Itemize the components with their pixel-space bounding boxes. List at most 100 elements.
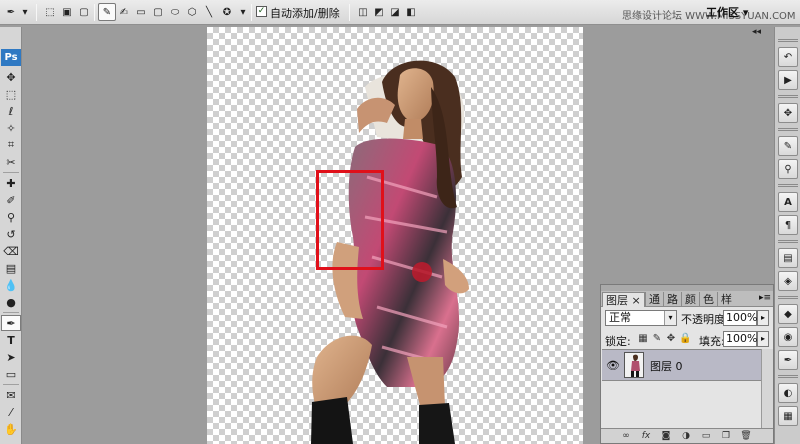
separator <box>3 172 19 173</box>
magic-wand-tool-icon[interactable]: ✧ <box>1 120 21 136</box>
rectangle-shape-icon[interactable]: ▭ <box>132 3 150 21</box>
tab-close-icon[interactable]: × <box>632 294 641 307</box>
blend-mode-select[interactable]: 正常 ▾ <box>605 310 677 326</box>
trash-icon[interactable]: 🗑 <box>739 430 753 442</box>
geometry-options-arrow-icon[interactable]: ▾ <box>238 3 248 21</box>
tool-presets-icon[interactable]: ✥ <box>778 103 798 123</box>
layer-row[interactable]: 👁 图层 0 <box>602 349 772 381</box>
tab-paths[interactable]: 路 <box>663 292 681 307</box>
tab-layers[interactable]: 图层 × <box>602 292 645 307</box>
fx-icon[interactable]: fx <box>639 430 653 442</box>
lock-all-icon[interactable]: 🔒 <box>679 333 691 345</box>
dock-grip[interactable] <box>778 240 798 243</box>
eye-icon[interactable]: 👁 <box>606 359 620 372</box>
swatches-panel-icon[interactable]: ▦ <box>778 406 798 426</box>
crop-tool-icon[interactable]: ⌗ <box>1 137 21 153</box>
dock-grip[interactable] <box>778 39 798 42</box>
line-shape-icon[interactable]: ╲ <box>200 3 218 21</box>
layer-thumbnail-image <box>625 353 643 377</box>
history-brush-tool-icon[interactable]: ↺ <box>1 226 21 242</box>
paths-panel-icon[interactable]: ✒ <box>778 350 798 370</box>
custom-shape-icon[interactable]: ✪ <box>218 3 236 21</box>
history-panel-icon[interactable]: ↶ <box>778 47 798 67</box>
actions-panel-icon[interactable]: ▶ <box>778 70 798 90</box>
paragraph-panel-icon[interactable]: ¶ <box>778 215 798 235</box>
clone-stamp-tool-icon[interactable]: ⚲ <box>1 209 21 225</box>
tab-styles[interactable]: 样 <box>717 292 735 307</box>
gradient-tool-icon[interactable]: ▤ <box>1 260 21 276</box>
eraser-tool-icon[interactable]: ⌫ <box>1 243 21 259</box>
path-selection-tool-icon[interactable]: ➤ <box>1 349 21 365</box>
panel-dock: ↶ ▶ ✥ ✎ ⚲ A ¶ ▤ ◈ ◆ ◉ ✒ ◐ ▦ <box>774 27 800 444</box>
panel-menu-icon[interactable]: ▸≡ <box>759 293 771 303</box>
fill-pixels-icon[interactable]: ▢ <box>75 3 93 21</box>
separator <box>3 384 19 385</box>
adjustment-layer-icon[interactable]: ◑ <box>679 430 693 442</box>
opacity-input[interactable]: 100% <box>723 310 757 326</box>
color-panel-icon[interactable]: ◐ <box>778 383 798 403</box>
fill-slider-arrow-icon[interactable]: ▸ <box>757 331 769 347</box>
blur-tool-icon[interactable]: 💧 <box>1 277 21 293</box>
layers-panel-icon[interactable]: ◆ <box>778 304 798 324</box>
dodge-tool-icon[interactable]: ● <box>1 294 21 310</box>
lock-image-icon[interactable]: ✎ <box>651 333 663 345</box>
healing-brush-tool-icon[interactable]: ✚ <box>1 175 21 191</box>
move-tool-icon[interactable]: ✥ <box>1 69 21 85</box>
layer-thumbnail <box>624 352 644 378</box>
preset-dropdown-arrow-icon[interactable]: ▾ <box>20 3 30 21</box>
lock-transparency-icon[interactable]: ▦ <box>637 333 649 345</box>
paths-mode-icon[interactable]: ▣ <box>58 3 76 21</box>
photoshop-logo[interactable]: Ps <box>1 49 21 66</box>
notes-tool-icon[interactable]: ✉ <box>1 387 21 403</box>
rounded-rectangle-icon[interactable]: ▢ <box>149 3 167 21</box>
navigator-icon[interactable]: ◈ <box>778 271 798 291</box>
ellipse-shape-icon[interactable]: ⬭ <box>166 3 184 21</box>
tab-swatches[interactable]: 色 <box>699 292 717 307</box>
freeform-pen-icon[interactable]: ✍ <box>115 3 133 21</box>
dock-grip[interactable] <box>778 296 798 299</box>
lasso-tool-icon[interactable]: ℓ <box>1 103 21 119</box>
dock-grip[interactable] <box>778 128 798 131</box>
clone-source-icon[interactable]: ⚲ <box>778 159 798 179</box>
hand-tool-icon[interactable]: ✋ <box>1 421 21 437</box>
shape-tool-icon[interactable]: ▭ <box>1 366 21 382</box>
type-tool-icon[interactable]: T <box>1 332 21 348</box>
dock-grip[interactable] <box>778 375 798 378</box>
auto-add-delete-checkbox[interactable]: ✓ <box>256 6 267 17</box>
pen-tool-preset-icon[interactable]: ✒ <box>2 3 20 21</box>
tab-channels[interactable]: 通 <box>645 292 663 307</box>
blend-mode-value: 正常 <box>609 311 631 324</box>
separator <box>3 312 19 313</box>
layers-scrollbar[interactable] <box>761 349 773 429</box>
collapse-dock-icon[interactable]: ◂◂ <box>752 27 761 37</box>
dock-grip[interactable] <box>778 184 798 187</box>
workspace-menu[interactable]: 工作区 ▾ <box>706 4 748 20</box>
channels-panel-icon[interactable]: ◉ <box>778 327 798 347</box>
tab-color[interactable]: 颜 <box>681 292 699 307</box>
marquee-tool-icon[interactable]: ⬚ <box>1 86 21 102</box>
document-canvas[interactable] <box>207 27 583 444</box>
brush-tool-icon[interactable]: ✐ <box>1 192 21 208</box>
new-layer-icon[interactable]: ❐ <box>719 430 733 442</box>
lock-position-icon[interactable]: ✥ <box>665 333 677 345</box>
new-group-icon[interactable]: ▭ <box>699 430 713 442</box>
eyedropper-tool-icon[interactable]: ⁄ <box>1 404 21 420</box>
auto-add-delete-label: 自动添加/删除 <box>270 7 340 20</box>
brushes-panel-icon[interactable]: ✎ <box>778 136 798 156</box>
pen-mode-icon[interactable]: ✎ <box>98 3 116 21</box>
exclude-overlap-icon[interactable]: ◧ <box>402 3 420 21</box>
pen-tool-icon[interactable]: ✒ <box>1 315 21 331</box>
slice-tool-icon[interactable]: ✂ <box>1 154 21 170</box>
layers-panel: 图层 × 通 路 颜 色 样 ▸≡ 正常 ▾ 不透明度: 100% ▸ 锁定: … <box>600 284 774 444</box>
character-panel-icon[interactable]: A <box>778 192 798 212</box>
polygon-shape-icon[interactable]: ⬡ <box>183 3 201 21</box>
layers-panel-tabs: 图层 × 通 路 颜 色 样 ▸≡ <box>601 291 773 307</box>
link-layers-icon[interactable]: ∞ <box>619 430 633 442</box>
shape-layers-icon[interactable]: ⬚ <box>41 3 59 21</box>
layer-comps-icon[interactable]: ▤ <box>778 248 798 268</box>
layer-name[interactable]: 图层 0 <box>650 358 683 374</box>
fill-input[interactable]: 100% <box>723 331 757 347</box>
add-mask-icon[interactable]: ◙ <box>659 430 673 442</box>
opacity-slider-arrow-icon[interactable]: ▸ <box>757 310 769 326</box>
dock-grip[interactable] <box>778 95 798 98</box>
